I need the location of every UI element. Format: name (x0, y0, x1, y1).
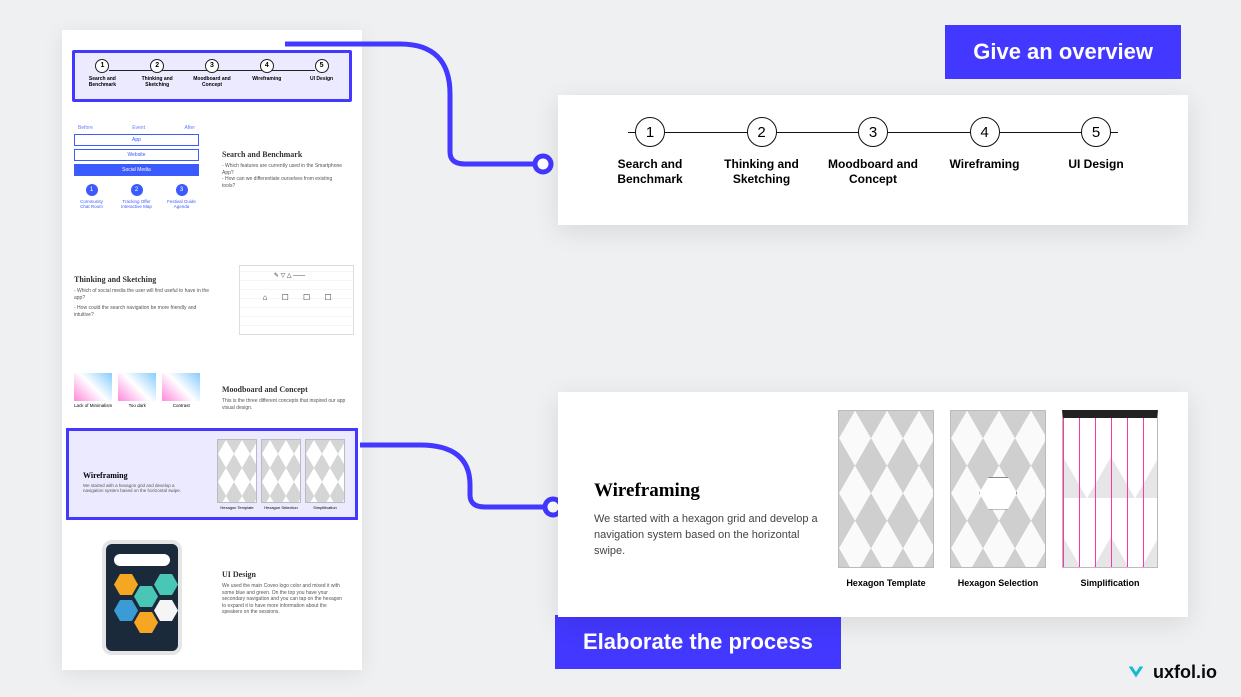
casestudy-thumbnail: 1Search and Benchmark 2Thinking and Sket… (62, 30, 362, 670)
wireframe-hexagon-template (838, 410, 934, 568)
step-dot: 1 (95, 59, 109, 73)
wireframe-caption: Simplification (1080, 578, 1139, 588)
wireframing-panel: Wireframing We started with a hexagon gr… (558, 392, 1188, 617)
section-search-benchmark: Search and Benchmark - Which features ar… (222, 150, 346, 189)
brand-logo: uxfol.io (1125, 661, 1217, 683)
wireframing-title: Wireframing (594, 480, 824, 502)
connector-elaborate (360, 445, 580, 525)
callout-elaborate: Elaborate the process (555, 615, 841, 669)
platform-tabs: Before Event After App Website Social Me… (74, 125, 199, 209)
step-label: Search and Benchmark (598, 157, 702, 187)
wireframe-images: Hexagon Template Hexagon Selection Simpl… (838, 410, 1158, 588)
process-stepper: 1 Search and Benchmark 2 Thinking and Sk… (558, 95, 1188, 187)
step-3: 3 Moodboard and Concept (821, 117, 925, 187)
sketch-image (239, 265, 354, 335)
step-number: 1 (635, 117, 665, 147)
wireframe-hexagon-selection (950, 410, 1046, 568)
steps-bar-highlighted: 1Search and Benchmark 2Thinking and Sket… (72, 50, 352, 102)
step-5: 5 UI Design (1044, 117, 1148, 187)
callout-overview: Give an overview (945, 25, 1181, 79)
section-wireframing-highlighted: Wireframing We started with a hexagon gr… (66, 428, 358, 520)
wireframe-caption: Hexagon Template (846, 578, 925, 588)
step-label: Search and Benchmark (78, 77, 126, 88)
section-thinking-sketching: Thinking and Sketching - Which of social… (74, 275, 214, 318)
overview-panel: 1 Search and Benchmark 2 Thinking and Sk… (558, 95, 1188, 225)
phone-mockup (102, 540, 182, 655)
tab-app: App (74, 134, 199, 146)
wireframe-caption: Hexagon Selection (958, 578, 1039, 588)
wireframing-body: We started with a hexagon grid and devel… (594, 512, 824, 560)
brand-name: uxfol.io (1153, 662, 1217, 683)
wireframe-simplification (1062, 410, 1158, 568)
tab-website: Website (74, 149, 199, 161)
step-4: 4 Wireframing (933, 117, 1037, 187)
moodboard-thumbs: Lack of Minimalism Too dark Contrast (74, 373, 200, 408)
step-2: 2 Thinking and Sketching (710, 117, 814, 187)
section-moodboard: Moodboard and Concept This is the three … (222, 385, 346, 411)
section-ui-design: UI Design We used the main Coveo logo co… (222, 570, 346, 616)
logo-icon (1125, 661, 1147, 683)
tab-social: Social Media (74, 164, 199, 176)
step-1: 1 Search and Benchmark (598, 117, 702, 187)
